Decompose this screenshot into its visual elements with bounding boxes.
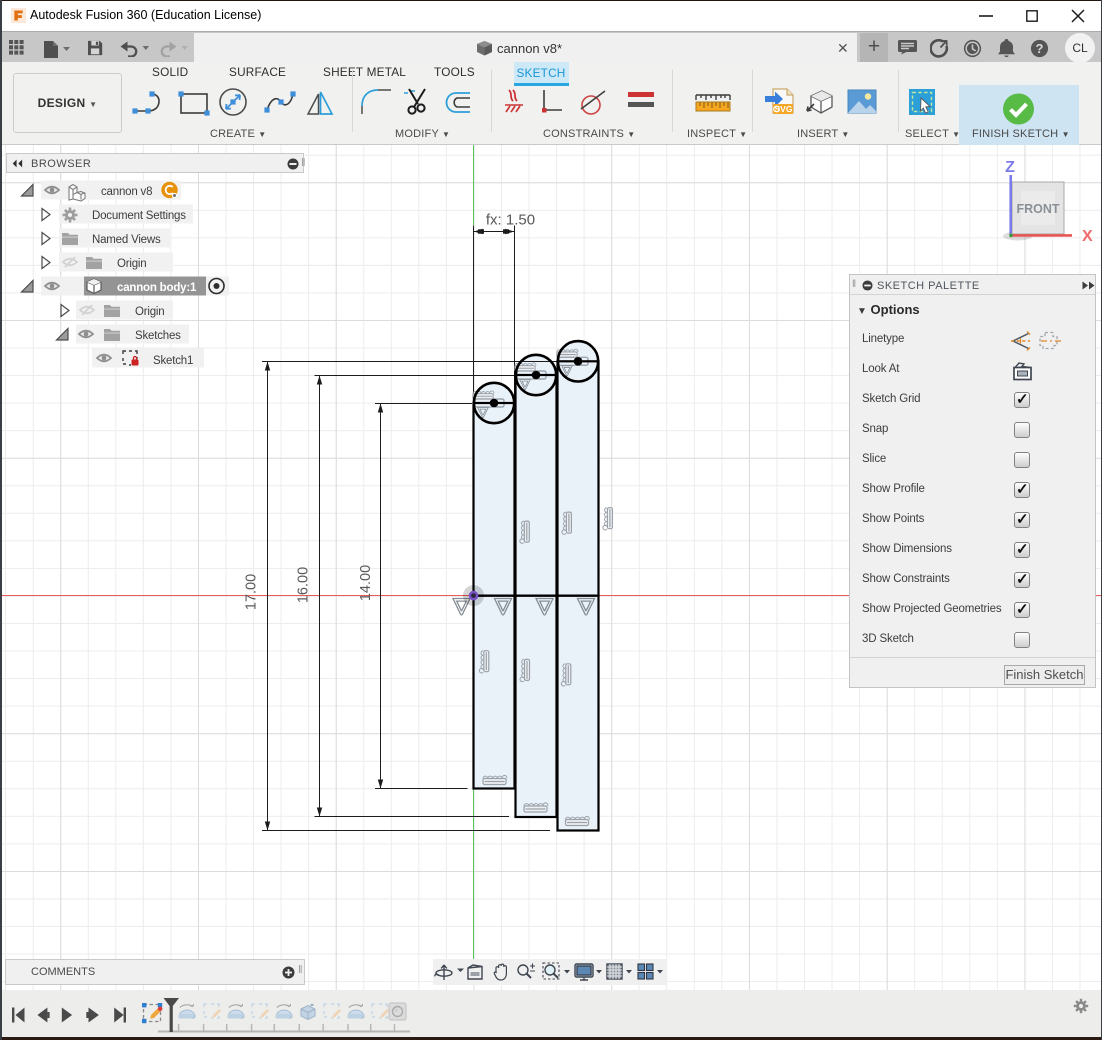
svg-text:Origin: Origin [117,258,146,270]
svg-text:SVG: SVG [775,104,793,114]
svg-text:14.00: 14.00 [358,565,374,601]
svg-text:Origin: Origin [135,306,164,318]
svg-text:Sketches: Sketches [135,330,181,342]
svg-text:FRONT: FRONT [1016,202,1059,216]
svg-text:Sketch1: Sketch1 [153,355,193,367]
svg-text:cannon v8: cannon v8 [101,186,152,198]
svg-text:cannon body:1: cannon body:1 [117,282,197,294]
svg-text:Document Settings: Document Settings [92,210,186,222]
svg-text:X: X [1082,228,1093,245]
svg-text:Named Views: Named Views [92,234,161,246]
svg-text:Z: Z [1005,159,1015,176]
svg-text:fx: 1.50: fx: 1.50 [486,212,535,229]
svg-text:17.00: 17.00 [244,574,260,610]
svg-text:?: ? [1036,41,1044,56]
svg-text:16.00: 16.00 [296,567,312,603]
